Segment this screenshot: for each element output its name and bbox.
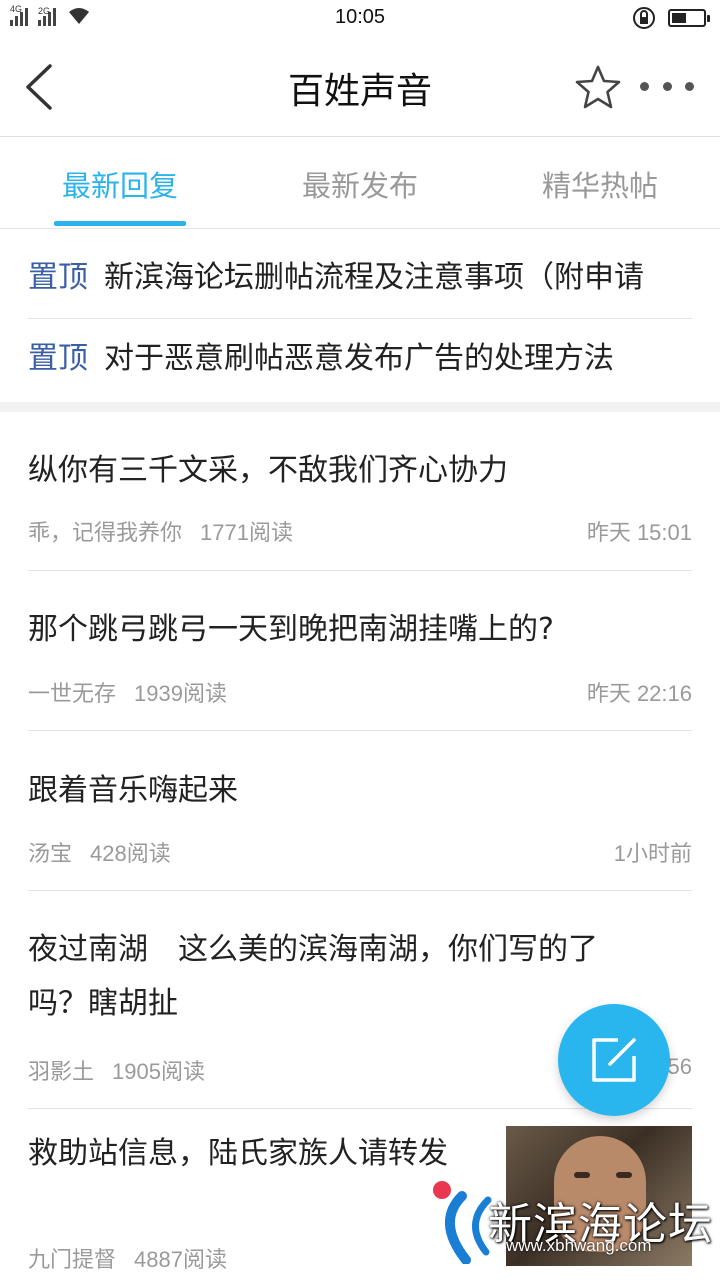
post-author: 乖，记得我养你 xyxy=(28,520,183,545)
post-title: 跟着音乐嗨起来 xyxy=(28,773,238,808)
battery-icon xyxy=(668,9,710,27)
post-time: 56 xyxy=(667,1054,692,1079)
post-author: 羽影土 xyxy=(28,1059,95,1084)
post-title: 那个跳弓跳弓一天到晚把南湖挂嘴上的? xyxy=(28,612,554,647)
post-reads: 1771阅读 xyxy=(200,520,293,545)
post-item[interactable]: 那个跳弓跳弓一天到晚把南湖挂嘴上的? 一世无存 1939阅读 昨天 22:16 xyxy=(28,571,692,731)
post-time: 昨天 22:16 xyxy=(586,681,692,706)
tab-latest-replies[interactable]: 最新回复 xyxy=(0,163,240,205)
pinned-tag: 置顶 xyxy=(28,260,88,295)
tab-latest-posts[interactable]: 最新发布 xyxy=(240,163,480,205)
app-header: 百姓声音 xyxy=(0,38,720,137)
tab-featured-hot[interactable]: 精华热帖 xyxy=(480,163,720,205)
post-author: 一世无存 xyxy=(28,681,117,706)
pinned-item[interactable]: 置顶 对于恶意刷帖恶意发布广告的处理方法 xyxy=(28,319,692,399)
favorite-star-icon[interactable] xyxy=(574,64,622,110)
forum-logo-icon xyxy=(433,1181,492,1264)
post-time: 昨天 15:01 xyxy=(586,520,692,545)
post-author: 汤宝 xyxy=(28,841,73,866)
post-reads: 428阅读 xyxy=(90,841,171,866)
compose-button[interactable] xyxy=(558,1004,670,1116)
pinned-item[interactable]: 置顶 新滨海论坛删帖流程及注意事项（附申请 xyxy=(28,238,692,318)
compose-edit-icon xyxy=(592,1038,636,1082)
pinned-title: 对于恶意刷帖恶意发布广告的处理方法 xyxy=(104,341,614,376)
watermark-url: www.xbhwang.com xyxy=(506,1236,652,1255)
rotation-lock-icon xyxy=(633,7,655,29)
section-separator xyxy=(0,402,720,412)
forum-watermark: 新滨海论坛 www.xbhwang.com xyxy=(416,1126,716,1280)
post-author: 九门提督 xyxy=(28,1247,117,1272)
status-bar: 4G 2G 10:05 xyxy=(0,0,720,38)
active-tab-indicator xyxy=(54,221,186,226)
pinned-list: 置顶 新滨海论坛删帖流程及注意事项（附申请 置顶 对于恶意刷帖恶意发布广告的处理方法 xyxy=(0,229,720,402)
post-title: 纵你有三千文采，不敌我们齐心协力 xyxy=(28,453,508,488)
clock: 10:05 xyxy=(334,6,386,28)
post-reads: 1905阅读 xyxy=(112,1059,205,1084)
tab-bar: 最新回复 最新发布 精华热帖 xyxy=(0,137,720,229)
post-meta: 乖，记得我养你 1771阅读 昨天 15:01 xyxy=(28,515,692,547)
post-reads: 1939阅读 xyxy=(134,681,227,706)
post-time: 1小时前 xyxy=(613,841,692,866)
pinned-tag: 置顶 xyxy=(28,341,88,376)
more-options-icon[interactable] xyxy=(640,76,694,96)
post-meta: 一世无存 1939阅读 昨天 22:16 xyxy=(28,676,692,708)
post-title: 夜过南湖 这么美的滨海南湖，你们写的了吗？瞎胡扯 xyxy=(28,932,598,1021)
post-item[interactable]: 纵你有三千文采，不敌我们齐心协力 乖，记得我养你 1771阅读 昨天 15:01 xyxy=(28,412,692,571)
pinned-title: 新滨海论坛删帖流程及注意事项（附申请 xyxy=(104,260,644,295)
post-reads: 4887阅读 xyxy=(134,1247,227,1272)
post-item[interactable]: 跟着音乐嗨起来 汤宝 428阅读 1小时前 xyxy=(28,731,692,891)
post-meta: 汤宝 428阅读 1小时前 xyxy=(28,836,692,868)
